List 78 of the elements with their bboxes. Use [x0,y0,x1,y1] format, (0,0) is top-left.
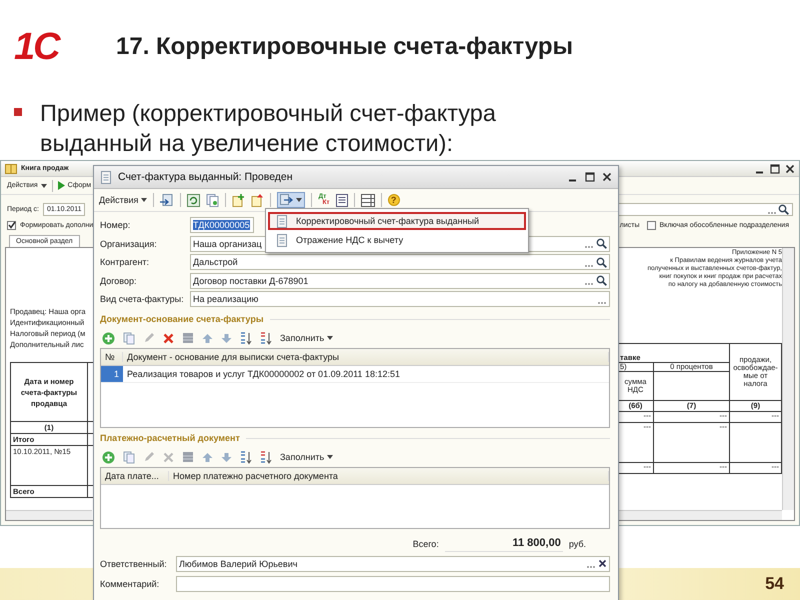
column-header: Дата плате... [101,470,169,480]
fill-button[interactable]: Заполнить [280,333,334,343]
refresh-icon[interactable] [187,194,200,206]
caret-icon [40,184,47,188]
maximize-icon[interactable] [585,172,595,182]
document-remove-icon[interactable] [251,194,264,206]
clear-icon[interactable] [598,559,607,568]
field-label: Вид счета-фактуры: [100,294,185,304]
sort-icon[interactable] [260,450,272,464]
actions-button[interactable]: Действия [99,195,148,205]
document-add-icon[interactable] [232,194,246,206]
checkbox[interactable] [646,220,656,230]
menu-item[interactable]: Отражение НДС к вычету [268,231,526,249]
maximize-icon[interactable] [770,164,780,174]
slide-title: 17. Корректировочные счета-фактуры [116,33,573,61]
input-field[interactable]: Любимов Валерий Юрьевич [176,556,610,572]
field-label: Договор: [100,276,138,286]
field-label: Комментарий: [100,578,160,588]
search-icon[interactable] [596,275,607,286]
field-label: Номер: [100,220,132,230]
table-cell-text: Реализация товаров и услуг ТДК00000002 от 01.09.2011 18:12:51 [126,368,401,378]
document-arrow-icon [280,194,294,206]
help-button[interactable]: ? [388,194,400,206]
input-field[interactable] [176,576,610,592]
delete-icon[interactable] [163,332,174,344]
input-field[interactable]: На реализацию [190,291,610,308]
total-field: 11 800,00 [444,536,563,552]
section-title: Платежно-расчетный документ [100,433,240,443]
close-icon[interactable] [602,172,612,182]
column-header: Документ - основание для выписки счета-фактуры [123,352,609,362]
table-cell[interactable]: 1 [101,366,123,382]
document-icon [100,170,112,184]
search-icon[interactable] [778,204,789,214]
logo: 1С [14,25,61,69]
window-title: Счет-фактура выданный: Проведен [118,171,294,183]
caret-icon [296,198,302,202]
field-label: Контрагент: [100,257,150,268]
section-title: Документ-основание счета-фактуры [100,314,264,324]
table-icon[interactable] [182,332,194,344]
close-icon[interactable] [785,164,795,174]
add-icon[interactable] [102,332,115,344]
input-field[interactable]: ТДК00000005 [190,217,254,234]
search-field[interactable] [617,202,793,216]
play-icon [58,181,65,190]
table-icon[interactable] [182,451,194,463]
fill-button[interactable]: Заполнить [280,452,334,462]
search-icon[interactable] [596,256,607,268]
input-field[interactable]: Дальстрой [190,254,610,270]
field-label: Организация: [100,238,158,249]
caret-icon [327,455,334,459]
search-icon[interactable] [596,238,607,250]
report-icon[interactable] [336,194,348,206]
add-icon[interactable] [102,450,115,464]
copy-icon[interactable] [123,332,135,344]
sort-icon[interactable] [240,332,252,344]
copy-icon[interactable] [123,450,135,464]
bullet-icon [14,108,22,116]
menu-item[interactable]: Корректировочный счет-фактура выданный [268,212,526,230]
list-icon[interactable] [360,194,375,206]
total-label: Всего: [412,538,439,548]
page-number: 54 [765,574,784,594]
bullet-text: Пример (корректировочный счет-фактура выданный на увеличение стоимости): [40,99,497,158]
sort-icon[interactable] [260,332,272,344]
column-header: Номер платежно расчетного документа [169,470,609,480]
document-icon [276,214,288,228]
sort-icon[interactable] [240,450,252,464]
caret-icon [327,336,334,340]
document-icon [276,234,288,246]
document-copy-icon[interactable] [206,194,220,206]
book-icon [5,162,17,174]
check-icon [8,221,16,229]
checkbox[interactable] [7,220,16,230]
field-label: Ответственный: [100,558,168,568]
input-field[interactable]: Договор поставки Д-678901 [190,272,610,289]
document-menu-button[interactable] [277,192,306,208]
currency-label: руб. [568,538,586,548]
column-header: № [101,352,123,362]
caret-icon [141,198,148,202]
